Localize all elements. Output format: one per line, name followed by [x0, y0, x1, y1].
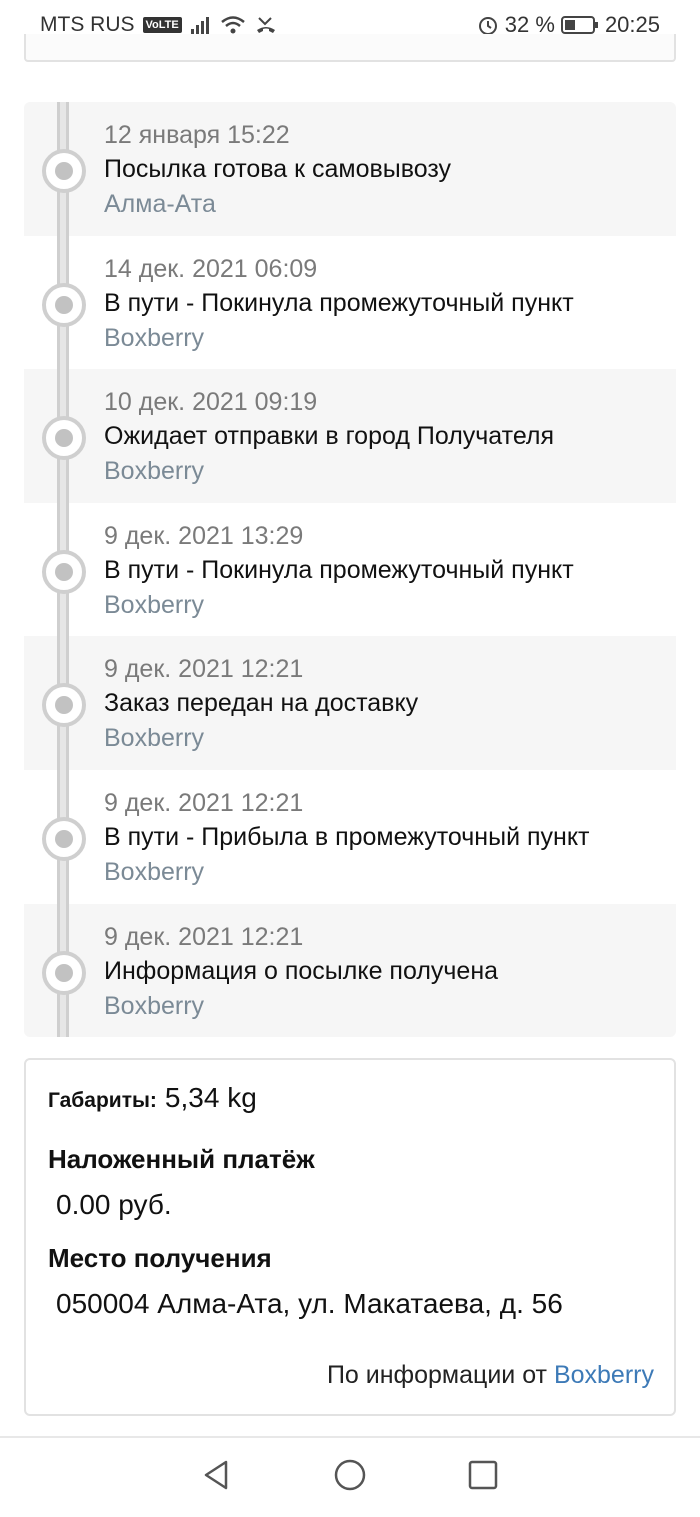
event-title: В пути - Покинула промежуточный пункт [104, 555, 574, 584]
alarm-icon [477, 14, 499, 36]
timeline-event: 9 дек. 2021 12:21 Информация о посылке п… [24, 903, 676, 1037]
recents-icon[interactable] [466, 1458, 500, 1497]
event-date: 9 дек. 2021 13:29 [104, 521, 304, 550]
event-place: Boxberry [104, 724, 205, 753]
timeline-event: 9 дек. 2021 12:21 В пути - Прибыла в про… [24, 769, 676, 904]
pickup-label: Место получения [48, 1243, 272, 1273]
event-title: Посылка готова к самовывозу [104, 155, 452, 183]
source-prefix: По информации от [326, 1361, 547, 1389]
tracking-timeline: 12 января 15:22 Посылка готова к самовыв… [24, 102, 676, 1037]
timeline-event: 9 дек. 2021 13:29 В пути - Покинула пром… [24, 502, 676, 637]
event-title: В пути - Прибыла в промежуточный пункт [104, 822, 590, 851]
cod-value: 0.00 руб. [56, 1189, 172, 1220]
timeline-event: 14 дек. 2021 06:09 В пути - Покинула про… [24, 235, 676, 370]
timeline-dot-icon [42, 950, 86, 995]
timeline-dot-icon [42, 416, 86, 461]
event-date: 14 дек. 2021 06:09 [104, 254, 318, 283]
parcel-details-card: Габариты: 5,34 kg Наложенный платёж 0.00… [24, 1058, 676, 1416]
event-title: Заказ передан на доставку [104, 689, 419, 718]
event-place: Boxberry [104, 457, 205, 486]
source-info: По информации от Boxberry [327, 1361, 654, 1390]
signal-icon [190, 15, 212, 35]
timeline-dot-icon [42, 549, 86, 594]
timeline-dot-icon [42, 816, 86, 861]
timeline-event: 12 января 15:22 Посылка готова к самовыв… [24, 102, 676, 236]
wifi-icon [220, 15, 246, 35]
event-place: Алма-Ата [104, 190, 216, 218]
event-place: Boxberry [104, 590, 205, 619]
event-title: Ожидает отправки в город Получателя [104, 422, 555, 451]
timeline-event: 10 дек. 2021 09:19 Ожидает отправки в го… [24, 369, 676, 503]
timeline-dot-icon [42, 149, 86, 193]
timeline-dot-icon [42, 282, 86, 327]
event-date: 9 дек. 2021 12:21 [104, 922, 304, 951]
dimensions-label: Габариты: [48, 1089, 157, 1112]
timeline-dot-icon [42, 683, 86, 728]
dimensions-value: 5,34 kg [164, 1082, 257, 1113]
event-date: 9 дек. 2021 12:21 [104, 655, 304, 684]
battery-icon [560, 15, 599, 35]
missed-call-icon [254, 15, 278, 35]
event-date: 9 дек. 2021 12:21 [104, 788, 304, 817]
back-icon[interactable] [200, 1458, 234, 1497]
event-date: 12 января 15:22 [104, 121, 290, 149]
home-icon[interactable] [333, 1458, 367, 1497]
volte-badge: VoLTE [142, 17, 182, 33]
pickup-address: 050004 Алма-Ата, ул. Макатаева, д. 56 [56, 1288, 563, 1319]
timeline-event: 9 дек. 2021 12:21 Заказ передан на доста… [24, 636, 676, 770]
event-title: Информация о посылке получена [104, 956, 499, 985]
event-date: 10 дек. 2021 09:19 [104, 388, 318, 417]
dimensions-row: Габариты: 5,34 kg [48, 1082, 652, 1136]
cod-label: Наложенный платёж [48, 1144, 315, 1174]
source-link[interactable]: Boxberry [554, 1361, 654, 1389]
event-place: Boxberry [104, 857, 205, 886]
event-title: В пути - Покинула промежуточный пункт [104, 288, 574, 317]
event-place: Boxberry [104, 991, 205, 1020]
event-place: Boxberry [104, 323, 205, 352]
previous-card-edge [24, 34, 676, 62]
system-nav-bar [0, 1436, 700, 1517]
